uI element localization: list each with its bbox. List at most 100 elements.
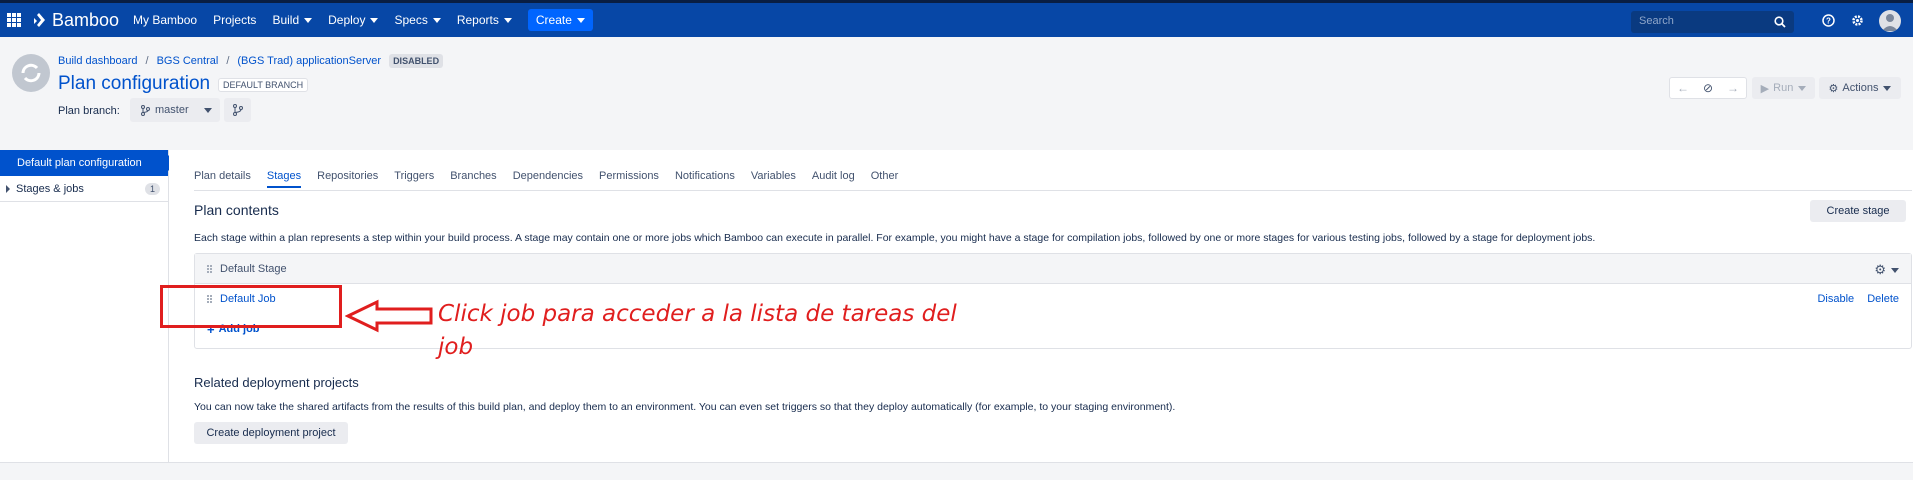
help-icon[interactable]: ? <box>1822 14 1835 27</box>
nav-item-reports[interactable]: Reports <box>457 13 512 27</box>
brand-name: Bamboo <box>52 9 120 30</box>
sidebar-item-default-plan-configuration[interactable]: Default plan configuration <box>0 150 176 176</box>
nav-item-label: Reports <box>456 13 499 27</box>
plan-refresh-icon <box>21 63 41 83</box>
branch-value: master <box>155 104 189 116</box>
chevron-down-icon <box>432 17 441 23</box>
branch-icon <box>141 104 150 116</box>
nav-item-label: Projects <box>213 13 257 27</box>
search-icon[interactable] <box>1774 16 1786 28</box>
create-branch-button[interactable] <box>224 98 251 122</box>
chevron-down-icon <box>1883 85 1892 91</box>
tab-stages[interactable]: Stages <box>266 170 302 188</box>
tab-other[interactable]: Other <box>871 170 899 188</box>
section-description: Each stage within a plan represents a st… <box>194 232 1596 244</box>
settings-gear-icon[interactable] <box>1851 14 1864 27</box>
run-button[interactable]: ▶ Run <box>1752 77 1815 99</box>
actions-label: Actions <box>1842 82 1879 94</box>
annotation-arrow-icon <box>345 299 433 333</box>
tab-dependencies[interactable]: Dependencies <box>513 170 583 188</box>
tab-repositories[interactable]: Repositories <box>317 170 378 188</box>
breadcrumb-plan[interactable]: (BGS Trad) applicationServer <box>237 55 381 67</box>
branch-plus-icon <box>232 104 243 116</box>
status-badge: DISABLED <box>389 54 444 68</box>
related-deployment-title: Related deployment projects <box>194 375 359 390</box>
previous-arrow-icon[interactable]: ← <box>1677 81 1689 95</box>
page-header: Build dashboard / BGS Central / (BGS Tra… <box>0 37 1913 149</box>
delete-job-link[interactable]: Delete <box>1867 293 1899 305</box>
user-avatar-icon <box>1882 14 1898 31</box>
tab-plan-details[interactable]: Plan details <box>194 170 251 188</box>
create-deployment-project-button[interactable]: Create deployment project <box>194 422 348 444</box>
stage-settings-button[interactable]: ⚙ <box>1874 262 1899 278</box>
breadcrumb-project[interactable]: BGS Central <box>157 55 219 67</box>
sidebar-item-label: Stages & jobs <box>16 182 84 195</box>
compass-icon[interactable]: ⊘ <box>1703 81 1713 95</box>
default-branch-badge: DEFAULT BRANCH <box>218 78 309 92</box>
nav-item-label: Deploy <box>328 13 366 27</box>
sidebar-item-stages-jobs[interactable]: Stages & jobs 1 <box>0 176 168 202</box>
bamboo-logo[interactable]: Bamboo <box>31 10 119 31</box>
search-placeholder: Search <box>1639 15 1674 27</box>
branch-select[interactable]: master <box>130 98 220 122</box>
nav-item-my-bamboo[interactable]: My Bamboo <box>133 13 197 27</box>
drag-handle-icon[interactable] <box>207 264 212 273</box>
app-switcher-icon[interactable] <box>7 13 21 27</box>
nav-menu: My Bamboo Projects Build Deploy Specs Reports… <box>133 9 593 31</box>
create-label: Create <box>535 13 572 27</box>
footer-bar <box>0 462 1913 480</box>
annotation-highlight-box <box>160 285 342 328</box>
breadcrumb-separator: / <box>145 55 149 67</box>
nav-item-specs[interactable]: Specs <box>394 13 441 27</box>
chevron-down-icon <box>576 17 585 23</box>
nav-item-deploy[interactable]: Deploy <box>328 13 379 27</box>
svg-text:?: ? <box>1826 17 1831 26</box>
gear-icon: ⚙ <box>1828 82 1839 95</box>
breadcrumb-build-dashboard[interactable]: Build dashboard <box>58 55 138 67</box>
plan-avatar <box>12 54 50 92</box>
tab-permissions[interactable]: Permissions <box>599 170 659 188</box>
chevron-down-icon <box>204 108 212 113</box>
create-button[interactable]: Create <box>527 9 593 31</box>
chevron-down-icon <box>503 17 512 23</box>
actions-button[interactable]: ⚙ Actions <box>1819 77 1901 99</box>
play-icon: ▶ <box>1760 82 1770 95</box>
breadcrumb: Build dashboard / BGS Central / (BGS Tra… <box>58 54 444 68</box>
breadcrumb-separator: / <box>226 55 230 67</box>
stage-header[interactable]: Default Stage ⚙ <box>195 254 1911 284</box>
tabs-divider <box>194 190 1912 191</box>
chevron-down-icon <box>1891 267 1899 273</box>
annotation-text: Click job para acceder a la lista de tar… <box>438 301 957 360</box>
tab-variables[interactable]: Variables <box>751 170 796 188</box>
nav-item-build[interactable]: Build <box>272 13 313 27</box>
tab-audit-log[interactable]: Audit log <box>812 170 855 188</box>
tab-triggers[interactable]: Triggers <box>394 170 434 188</box>
chevron-right-icon[interactable] <box>6 184 10 193</box>
sidebar: Default plan configuration Stages & jobs… <box>0 150 176 462</box>
config-tabs: Plan details Stages Repositories Triggers Br… <box>194 170 914 188</box>
search-input[interactable]: Search <box>1631 11 1794 33</box>
nav-item-label: Build <box>272 13 300 27</box>
count-badge: 1 <box>144 182 160 195</box>
job-actions: Disable Delete <box>1807 293 1899 305</box>
stage-name: Default Stage <box>220 262 287 275</box>
tab-notifications[interactable]: Notifications <box>675 170 735 188</box>
gear-icon: ⚙ <box>1874 262 1886 277</box>
history-navigation: ← ⊘ → <box>1669 77 1747 99</box>
chevron-down-icon <box>304 17 313 23</box>
nav-item-label: My Bamboo <box>133 13 198 27</box>
nav-item-projects[interactable]: Projects <box>213 13 256 27</box>
nav-item-label: Specs <box>394 13 428 27</box>
chevron-down-icon <box>370 17 379 23</box>
top-navigation-bar: Bamboo My Bamboo Projects Build Deploy Specs… <box>0 0 1913 37</box>
user-avatar[interactable] <box>1879 10 1901 32</box>
create-stage-button[interactable]: Create stage <box>1810 200 1906 222</box>
next-arrow-icon[interactable]: → <box>1727 81 1739 95</box>
page-title: Plan configuration <box>58 73 211 94</box>
bamboo-logo-icon <box>34 13 45 27</box>
chevron-down-icon <box>1798 85 1807 91</box>
run-label: Run <box>1773 82 1794 94</box>
tab-branches[interactable]: Branches <box>450 170 496 188</box>
disable-job-link[interactable]: Disable <box>1817 293 1854 305</box>
related-deployment-description: You can now take the shared artifacts fr… <box>194 401 1176 413</box>
